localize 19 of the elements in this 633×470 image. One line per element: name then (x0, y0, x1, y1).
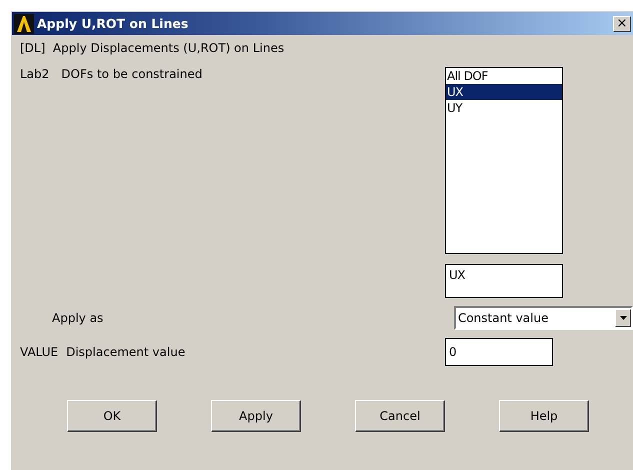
dof-listbox[interactable]: All DOF UX UY (445, 67, 563, 254)
field-label: Displacement value (66, 345, 186, 359)
list-item[interactable]: UX (446, 84, 562, 100)
caret-icon (620, 316, 626, 320)
dialog-button[interactable]: OK (67, 400, 157, 432)
field-label: DOFs to be constrained (61, 67, 202, 81)
value-field[interactable]: 0 (445, 338, 553, 366)
window-title: Apply U,ROT on Lines (37, 16, 190, 31)
dialog-button[interactable]: Cancel (355, 400, 445, 432)
selection-field[interactable]: UX (445, 264, 563, 298)
dialog-button[interactable]: Help (499, 400, 589, 432)
field-code: VALUE (20, 345, 58, 359)
command-heading: [DL] Apply Displacements (U,ROT) on Lines (20, 41, 286, 55)
close-button[interactable]: × (613, 16, 631, 32)
dialog-button[interactable]: Apply (211, 400, 301, 432)
field-label: Apply as (52, 311, 104, 325)
apply-as-dropdown[interactable]: Constant value (454, 306, 633, 330)
field-code: Lab2 (20, 67, 50, 81)
logo-icon (14, 14, 34, 34)
